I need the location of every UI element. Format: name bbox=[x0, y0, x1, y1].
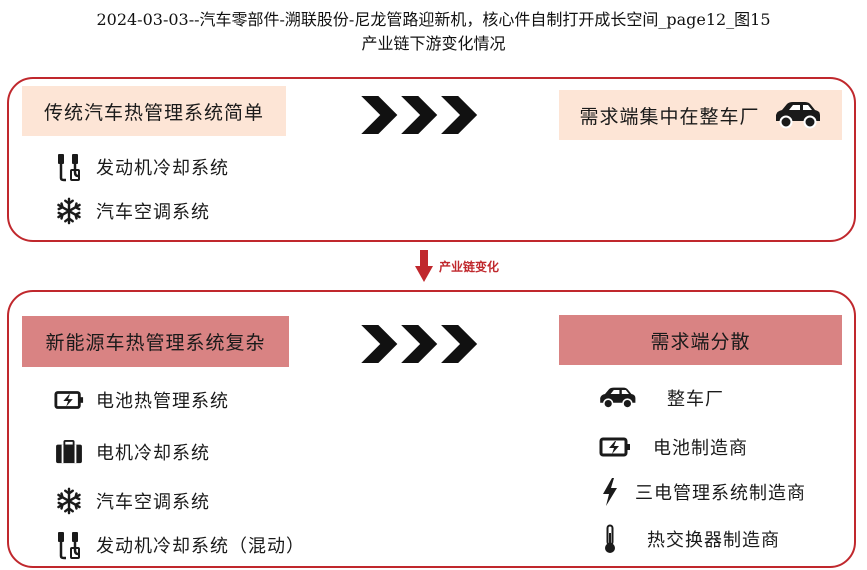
list-item: 三电管理系统制造商 bbox=[597, 477, 806, 507]
chevron-arrows-icon bbox=[361, 96, 478, 134]
snowflake-icon bbox=[55, 487, 83, 515]
list-item: 电池热管理系统 bbox=[54, 385, 229, 415]
traditional-system-label: 传统汽车热管理系统简单 bbox=[43, 101, 264, 124]
dispersed-demand-label: 需求端分散 bbox=[650, 330, 751, 353]
title-line-2: 产业链下游变化情况 bbox=[361, 34, 506, 53]
list-item: 发动机冷却系统 bbox=[54, 152, 229, 182]
figure-title: 2024-03-03--汽车零部件-溯联股份-尼龙管路迎新机，核心件自制打开成长… bbox=[0, 8, 867, 56]
item-label: 发动机冷却系统 bbox=[96, 158, 229, 179]
list-item: 电池制造商 bbox=[597, 432, 748, 462]
list-item: 汽车空调系统 bbox=[54, 196, 210, 226]
motor-case-icon bbox=[55, 440, 83, 464]
coolant-hose-icon bbox=[56, 530, 82, 560]
item-label: 电机冷却系统 bbox=[96, 443, 210, 464]
chevron-arrows-icon bbox=[361, 325, 478, 363]
change-label: 产业链变化 bbox=[439, 259, 500, 274]
item-label: 发动机冷却系统（混动） bbox=[96, 536, 305, 557]
item-label: 电池热管理系统 bbox=[96, 391, 229, 412]
list-item: 发动机冷却系统（混动） bbox=[54, 530, 305, 560]
lightning-icon bbox=[601, 477, 619, 507]
new-energy-system-label: 新能源车热管理系统复杂 bbox=[45, 332, 266, 354]
list-item: 整车厂 bbox=[597, 383, 724, 413]
car-icon bbox=[597, 386, 637, 410]
traditional-system-tag: 传统汽车热管理系统简单 bbox=[22, 86, 286, 136]
change-indicator: 产业链变化 bbox=[415, 250, 499, 282]
list-item: 汽车空调系统 bbox=[54, 486, 210, 516]
item-label: 汽车空调系统 bbox=[96, 492, 210, 513]
down-arrow-icon bbox=[415, 250, 433, 282]
new-energy-system-tag: 新能源车热管理系统复杂 bbox=[22, 316, 289, 367]
list-item: 热交换器制造商 bbox=[597, 524, 780, 554]
item-label: 热交换器制造商 bbox=[647, 530, 780, 551]
snowflake-icon bbox=[55, 197, 83, 225]
thermometer-icon bbox=[603, 524, 617, 554]
coolant-hose-icon bbox=[56, 152, 82, 182]
centralized-demand-tag: 需求端集中在整车厂 bbox=[559, 90, 842, 140]
battery-icon bbox=[54, 389, 84, 411]
title-line-1: 2024-03-03--汽车零部件-溯联股份-尼龙管路迎新机，核心件自制打开成长… bbox=[96, 10, 771, 29]
centralized-demand-label: 需求端集中在整车厂 bbox=[579, 105, 760, 128]
car-icon bbox=[772, 101, 822, 129]
item-label: 电池制造商 bbox=[653, 438, 748, 459]
battery-icon bbox=[599, 436, 631, 458]
dispersed-demand-tag: 需求端分散 bbox=[559, 315, 842, 365]
item-label: 汽车空调系统 bbox=[96, 202, 210, 223]
item-label: 整车厂 bbox=[667, 389, 724, 410]
list-item: 电机冷却系统 bbox=[54, 437, 210, 467]
item-label: 三电管理系统制造商 bbox=[635, 483, 806, 504]
